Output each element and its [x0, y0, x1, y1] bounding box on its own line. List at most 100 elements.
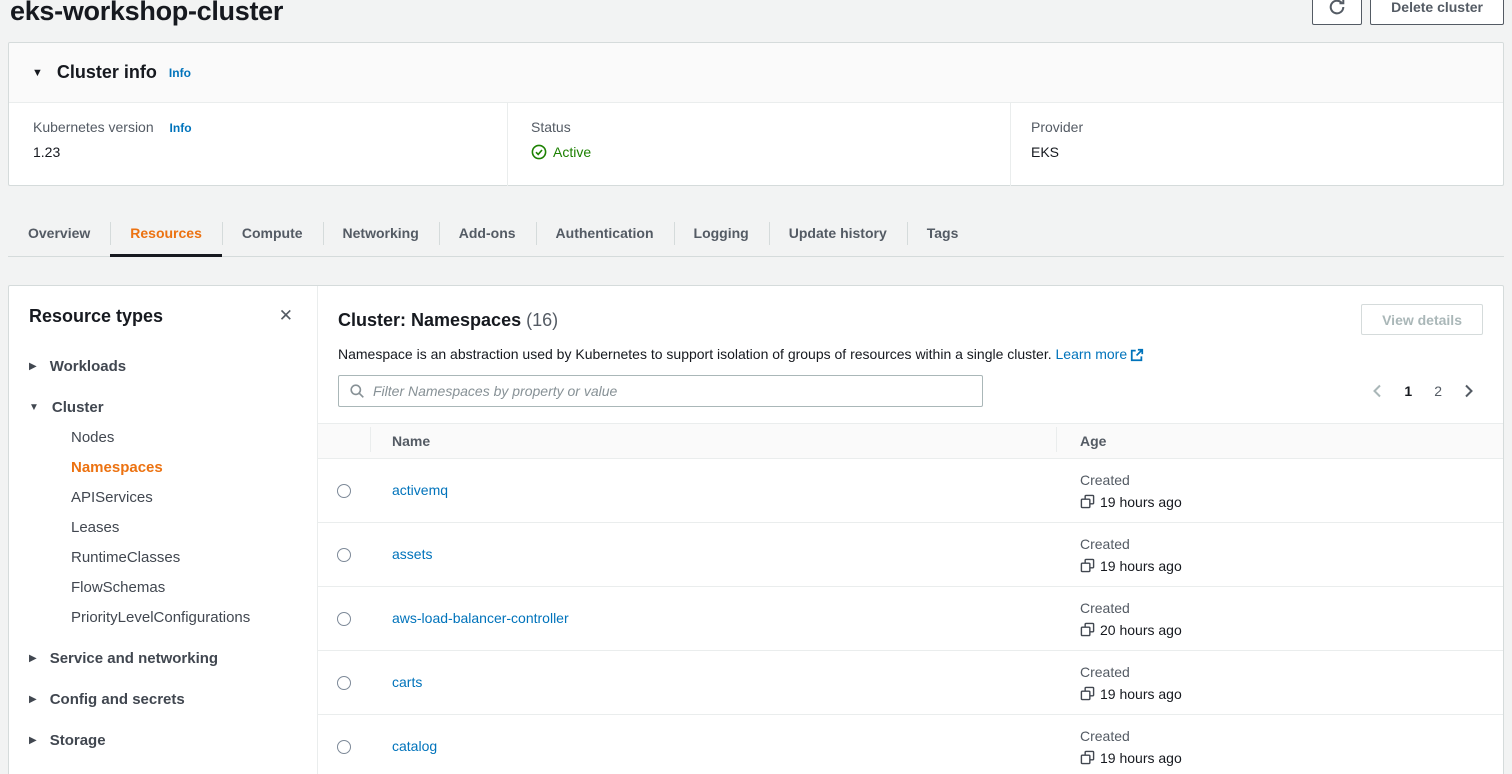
tab-logging[interactable]: Logging — [674, 212, 769, 256]
row-radio[interactable] — [337, 740, 351, 754]
pagination: 1 2 — [1366, 379, 1483, 403]
sidebar-group-workloads[interactable]: ▶ Workloads — [29, 358, 297, 375]
filter-row: 1 2 — [338, 375, 1483, 407]
row-radio[interactable] — [337, 676, 351, 690]
pagination-next-button[interactable] — [1458, 380, 1480, 402]
sidebar-group-service-and-networking[interactable]: ▶ Service and networking — [29, 650, 297, 667]
copy-icon — [1080, 750, 1095, 765]
table-row: carts Created 19 hours ago — [318, 651, 1503, 715]
table-row: aws-load-balancer-controller Created 20 … — [318, 587, 1503, 651]
refresh-button[interactable] — [1312, 0, 1362, 25]
age-cell: Created 19 hours ago — [1056, 728, 1503, 766]
row-radio[interactable] — [337, 548, 351, 562]
tab-add-ons[interactable]: Add-ons — [439, 212, 536, 256]
kubernetes-version-field: Kubernetes version Info 1.23 — [9, 103, 508, 186]
copy-icon — [1080, 622, 1095, 637]
caret-down-icon: ▼ — [29, 402, 39, 413]
cluster-info-info-link[interactable]: Info — [169, 66, 191, 80]
age-cell: Created 20 hours ago — [1056, 600, 1503, 638]
sidebar-group-storage[interactable]: ▶ Storage — [29, 732, 297, 749]
age-cell: Created 19 hours ago — [1056, 472, 1503, 510]
row-radio[interactable] — [337, 612, 351, 626]
cluster-info-header[interactable]: ▼ Cluster info Info — [9, 43, 1503, 103]
kubernetes-version-label: Kubernetes version Info — [33, 119, 507, 135]
caret-right-icon: ▶ — [29, 653, 37, 664]
status-field: Status Active — [508, 103, 1011, 186]
sidebar-group-cluster[interactable]: ▼ Cluster — [29, 399, 297, 416]
provider-label: Provider — [1031, 119, 1503, 135]
age-text: 20 hours ago — [1100, 622, 1182, 638]
pagination-page-1[interactable]: 1 — [1398, 379, 1418, 403]
learn-more-link[interactable]: Learn more — [1056, 346, 1145, 362]
copy-icon — [1080, 494, 1095, 509]
search-icon — [349, 383, 365, 399]
page-header: eks-workshop-cluster Delete cluster — [0, 0, 1512, 40]
namespace-link[interactable]: activemq — [392, 482, 448, 498]
cluster-info-title: Cluster info — [57, 62, 157, 83]
view-details-button[interactable]: View details — [1361, 304, 1483, 335]
resource-types-sidebar: Resource types ✕ ▶ Workloads ▼ Cluster N… — [9, 286, 318, 774]
filter-namespaces-input[interactable] — [373, 383, 972, 399]
namespace-link[interactable]: carts — [392, 674, 422, 690]
sidebar-item-flowschemas[interactable]: FlowSchemas — [71, 579, 297, 596]
caret-right-icon: ▶ — [29, 694, 37, 705]
check-circle-icon — [531, 144, 547, 160]
sidebar-item-prioritylevelconfigurations[interactable]: PriorityLevelConfigurations — [71, 609, 297, 626]
row-radio[interactable] — [337, 484, 351, 498]
age-text: 19 hours ago — [1100, 750, 1182, 766]
tab-networking[interactable]: Networking — [323, 212, 439, 256]
sidebar-item-nodes[interactable]: Nodes — [71, 429, 297, 446]
cluster-info-body: Kubernetes version Info 1.23 Status Acti… — [9, 103, 1503, 186]
tab-update-history[interactable]: Update history — [769, 212, 907, 256]
delete-cluster-button[interactable]: Delete cluster — [1370, 0, 1504, 25]
namespaces-count: (16) — [526, 310, 558, 330]
tab-resources[interactable]: Resources — [110, 212, 222, 256]
chevron-left-icon — [1372, 384, 1382, 398]
caret-right-icon: ▶ — [29, 361, 37, 372]
namespaces-heading: Cluster: Namespaces (16) — [338, 310, 558, 331]
filter-box — [338, 375, 983, 407]
namespace-link[interactable]: catalog — [392, 738, 437, 754]
status-text: Active — [553, 144, 591, 160]
resources-panel: Resource types ✕ ▶ Workloads ▼ Cluster N… — [8, 285, 1504, 774]
tab-tags[interactable]: Tags — [907, 212, 979, 256]
collapse-caret-icon[interactable]: ▼ — [32, 67, 43, 79]
pagination-prev-button[interactable] — [1366, 380, 1388, 402]
tab-compute[interactable]: Compute — [222, 212, 323, 256]
provider-value: EKS — [1031, 144, 1503, 160]
external-link-icon — [1130, 348, 1144, 362]
age-text: 19 hours ago — [1100, 558, 1182, 574]
namespaces-description: Namespace is an abstraction used by Kube… — [338, 346, 1483, 362]
cluster-tabs: Overview Resources Compute Networking Ad… — [8, 212, 1504, 257]
header-actions: Delete cluster — [1312, 0, 1504, 25]
age-text: 19 hours ago — [1100, 494, 1182, 510]
close-icon[interactable]: ✕ — [275, 304, 297, 328]
namespaces-content: Cluster: Namespaces (16) View details Na… — [318, 286, 1503, 774]
sidebar-item-runtimeclasses[interactable]: RuntimeClasses — [71, 549, 297, 566]
provider-field: Provider EKS — [1011, 103, 1503, 186]
sidebar-item-leases[interactable]: Leases — [71, 519, 297, 536]
table-row: catalog Created 19 hours ago — [318, 715, 1503, 774]
namespace-link[interactable]: aws-load-balancer-controller — [392, 610, 569, 626]
namespaces-table: Name Age activemq Created 19 hours ago a… — [318, 423, 1503, 774]
sidebar-item-namespaces[interactable]: Namespaces — [71, 459, 297, 476]
table-row: activemq Created 19 hours ago — [318, 459, 1503, 523]
caret-right-icon: ▶ — [29, 735, 37, 746]
kubernetes-version-info-link[interactable]: Info — [170, 121, 192, 135]
age-text: 19 hours ago — [1100, 686, 1182, 702]
name-column-header: Name — [370, 433, 1056, 449]
resource-tree: ▶ Workloads ▼ Cluster Nodes Namespaces A… — [29, 358, 297, 749]
cluster-children: Nodes Namespaces APIServices Leases Runt… — [29, 429, 297, 626]
table-row: assets Created 19 hours ago — [318, 523, 1503, 587]
page-title: eks-workshop-cluster — [10, 0, 283, 27]
tab-overview[interactable]: Overview — [8, 212, 110, 256]
age-cell: Created 19 hours ago — [1056, 664, 1503, 702]
namespace-link[interactable]: assets — [392, 546, 432, 562]
table-header-row: Name Age — [318, 423, 1503, 459]
tab-authentication[interactable]: Authentication — [536, 212, 674, 256]
kubernetes-version-value: 1.23 — [33, 144, 507, 160]
age-cell: Created 19 hours ago — [1056, 536, 1503, 574]
pagination-page-2[interactable]: 2 — [1428, 379, 1448, 403]
sidebar-group-config-and-secrets[interactable]: ▶ Config and secrets — [29, 691, 297, 708]
sidebar-item-apiservices[interactable]: APIServices — [71, 489, 297, 506]
